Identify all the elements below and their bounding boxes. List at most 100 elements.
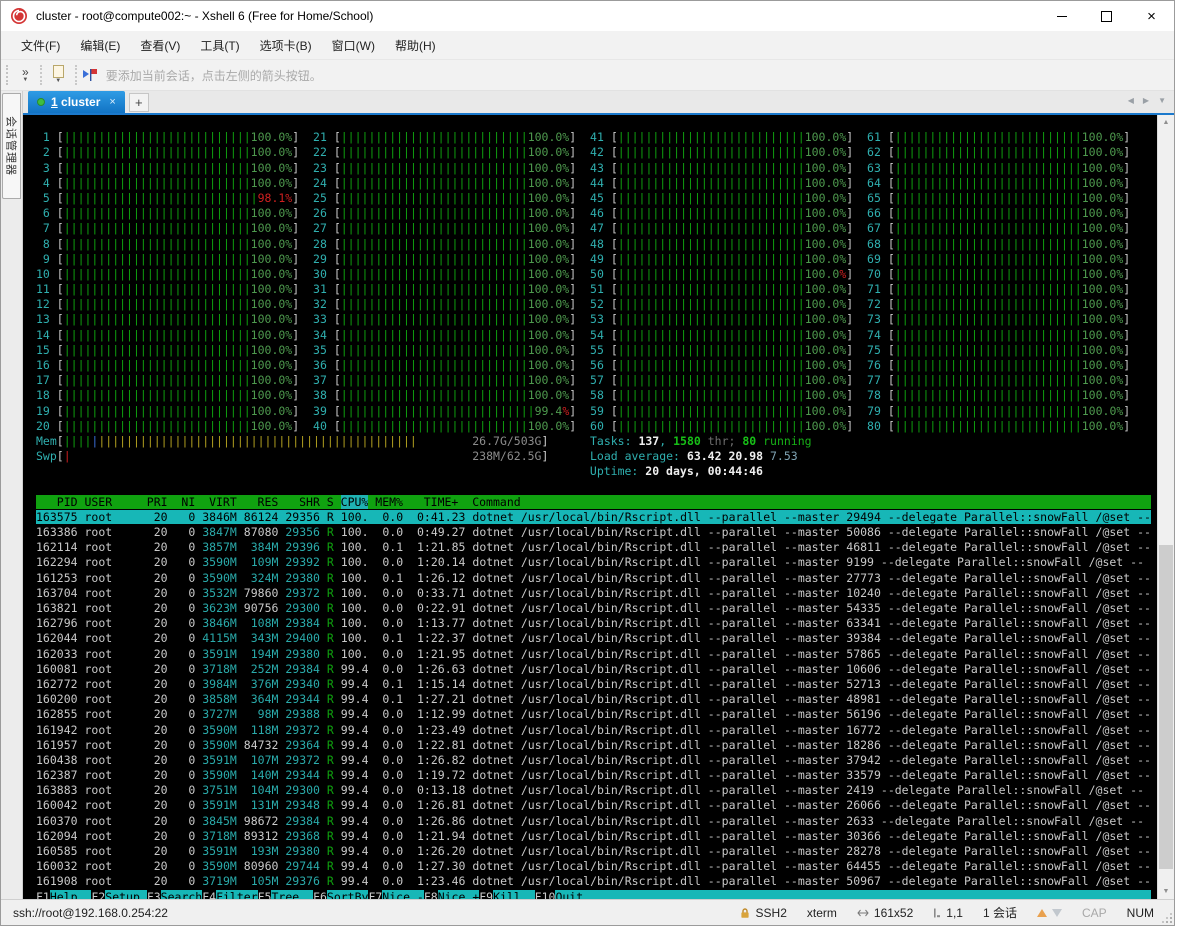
new-tab-button[interactable]: + [128,93,149,112]
process-row[interactable]: 161957 root 20 0 3590M 84732 29364 R 99.… [36,738,1157,753]
process-row[interactable]: 162772 root 20 0 3984M 376M 29340 R 99.4… [36,677,1157,692]
htop-fnkey-F7[interactable]: F7 [368,890,382,899]
overflow-chevron-button[interactable]: » ▼ [16,66,35,85]
chevron-down-icon: ▼ [22,76,29,83]
menu-item-3[interactable]: 工具(T) [190,32,249,59]
tab-scroll-left-icon[interactable]: ◀ [1128,96,1134,105]
cpu-meters-row: 19 [|||||||||||||||||||||||||||100.0%] 3… [36,403,1131,418]
process-row[interactable]: 162796 root 20 0 3846M 108M 29384 R 100.… [36,616,1157,631]
tab-scroll-right-icon[interactable]: ▶ [1143,96,1149,105]
close-button[interactable]: × [1129,1,1174,31]
htop-fnaction-F4[interactable]: Filter [216,889,258,899]
cpu-meters-row: 8 [|||||||||||||||||||||||||||100.0%] 28… [36,236,1131,251]
minimize-button[interactable] [1039,1,1084,31]
process-row[interactable]: 162033 root 20 0 3591M 194M 29380 R 100.… [36,647,1157,662]
tab-close-icon[interactable]: × [109,96,115,108]
session-dropdown-button[interactable]: ▼ [47,64,70,86]
toolbar: » ▼ ▼ 要添加当前会话，点击左侧的箭头按钮。 [1,60,1174,91]
cursor-position-indicator: 1,1 [933,906,963,920]
process-row[interactable]: 161942 root 20 0 3590M 118M 29372 R 99.4… [36,723,1157,738]
cpu-meters-row: 1 [|||||||||||||||||||||||||||100.0%] 21… [36,130,1131,145]
title-bar: cluster - root@compute002:~ - Xshell 6 (… [1,1,1174,31]
cpu-meters-row: 4 [|||||||||||||||||||||||||||100.0%] 24… [36,175,1131,190]
toolbar-separator [74,65,77,85]
process-row[interactable]: 162094 root 20 0 3718M 89312 29368 R 99.… [36,829,1157,844]
process-row[interactable]: 161253 root 20 0 3590M 324M 29380 R 100.… [36,571,1157,586]
cpu-meters-row: 2 [|||||||||||||||||||||||||||100.0%] 22… [36,145,1131,160]
htop-fnkey-F3[interactable]: F3 [147,890,161,899]
window-title: cluster - root@compute002:~ - Xshell 6 (… [36,9,374,23]
session-manager-label: 会话管理器 [4,116,17,176]
add-session-flag-icon[interactable] [82,68,98,82]
htop-fnkey-F10[interactable]: F10 [535,890,556,899]
scroll-up-button[interactable]: ▲ [1158,115,1174,130]
process-row[interactable]: 162855 root 20 0 3727M 98M 29388 R 99.4 … [36,707,1157,722]
scroll-down-button[interactable]: ▼ [1158,884,1174,899]
xshell-app-icon [11,8,27,24]
tab-cluster[interactable]: 1 cluster × [28,91,125,113]
terminal-type-indicator: xterm [806,905,837,920]
htop-fnaction-F3[interactable]: Search [160,889,203,899]
xshell-window: cluster - root@compute002:~ - Xshell 6 (… [0,0,1175,926]
process-row[interactable]: 162294 root 20 0 3590M 109M 29392 R 100.… [36,555,1157,570]
num-lock-indicator: NUM [1126,905,1154,920]
fnkey-bar[interactable]: F1Help F2Setup F3SearchF4FilterF5Tree F6… [36,889,1157,899]
toolbar-grip[interactable] [6,65,12,85]
cpu-meters-row: 10 [|||||||||||||||||||||||||||100.0%] 3… [36,266,1131,281]
htop-fnaction-F2[interactable]: Setup [105,889,147,899]
menu-item-1[interactable]: 编辑(E) [70,32,130,59]
process-row-selected[interactable]: 163575 root 20 0 3846M 86124 29356 R 100… [36,509,1157,525]
menu-item-4[interactable]: 选项卡(B) [250,32,322,59]
process-row[interactable]: 162387 root 20 0 3590M 140M 29344 R 99.4… [36,768,1157,783]
htop-fnaction-F1[interactable]: Help [49,889,92,899]
process-table-header[interactable]: PID USER PRI NI VIRT RES SHR S CPU% MEM%… [36,494,1157,510]
htop-fnkey-F8[interactable]: F8 [424,890,438,899]
process-row[interactable]: 160200 root 20 0 3858M 364M 29344 R 99.4… [36,692,1157,707]
window-resize-grip[interactable] [1170,921,1172,923]
htop-fnaction-F7[interactable]: Nice - [382,889,424,899]
terminal-scrollbar[interactable]: ▲ ▼ [1157,115,1174,899]
menu-item-6[interactable]: 帮助(H) [385,32,446,59]
process-row[interactable]: 163386 root 20 0 3847M 87080 29356 R 100… [36,525,1157,540]
upload-arrow-icon[interactable] [1036,908,1047,917]
process-row[interactable]: 162044 root 20 0 4115M 343M 29400 R 100.… [36,631,1157,646]
htop-fnaction-F6[interactable]: SortBy [326,889,369,899]
process-row[interactable]: 160585 root 20 0 3591M 193M 29380 R 99.4… [36,844,1157,859]
htop-fnkey-F9[interactable]: F9 [479,890,493,899]
process-row[interactable]: 163704 root 20 0 3532M 79860 29372 R 100… [36,586,1157,601]
process-row[interactable]: 163821 root 20 0 3623M 90756 29300 R 100… [36,601,1157,616]
htop-fnkey-F2[interactable]: F2 [91,890,105,899]
process-row[interactable]: 160081 root 20 0 3718M 252M 29384 R 99.4… [36,662,1157,677]
scrollbar-thumb[interactable] [1159,544,1173,869]
download-arrow-icon[interactable] [1051,908,1062,917]
htop-fnkey-F4[interactable]: F4 [202,890,216,899]
htop-fnkey-F5[interactable]: F5 [258,890,272,899]
htop-fnkey-F1[interactable]: F1 [36,890,50,899]
process-row[interactable]: 160438 root 20 0 3591M 107M 29372 R 99.4… [36,753,1157,768]
process-row[interactable]: 160032 root 20 0 3590M 80960 29744 R 99.… [36,859,1157,874]
maximize-button[interactable] [1084,1,1129,31]
menu-item-5[interactable]: 窗口(W) [322,32,385,59]
htop-fnaction-F8[interactable]: Nice + [437,889,480,899]
process-row[interactable]: 162114 root 20 0 3857M 384M 29396 R 100.… [36,540,1157,555]
scrollbar-track[interactable] [1158,130,1174,884]
process-row[interactable]: 163883 root 20 0 3751M 104M 29300 R 99.4… [36,783,1157,798]
process-row[interactable]: 160370 root 20 0 3845M 98672 29384 R 99.… [36,814,1157,829]
htop-fnkey-F6[interactable]: F6 [313,890,327,899]
menu-item-2[interactable]: 查看(V) [130,32,190,59]
menu-item-0[interactable]: 文件(F) [11,32,70,59]
terminal-screen[interactable]: 1 [|||||||||||||||||||||||||||100.0%] 21… [23,115,1157,899]
process-row[interactable]: 160042 root 20 0 3591M 131M 29348 R 99.4… [36,798,1157,813]
htop-fnaction-F9[interactable]: Kill [493,889,535,899]
tab-bar: 1 cluster × + ◀ ▶ ▼ [23,91,1174,115]
htop-fnaction-F5[interactable]: Tree [271,889,314,899]
tab-title: cluster [57,95,101,109]
tab-index: 1 [51,95,58,109]
tab-list-dropdown-icon[interactable]: ▼ [1158,96,1166,105]
cpu-meters-row: 6 [|||||||||||||||||||||||||||100.0%] 26… [36,206,1131,221]
process-row[interactable]: 161908 root 20 0 3719M 105M 29376 R 99.4… [36,874,1157,889]
htop-fnaction-F10[interactable]: Quit [555,889,1151,899]
cpu-meters-row: 15 [|||||||||||||||||||||||||||100.0%] 3… [36,342,1131,357]
session-manager-vertical-tab[interactable]: 会话管理器 [2,93,21,199]
